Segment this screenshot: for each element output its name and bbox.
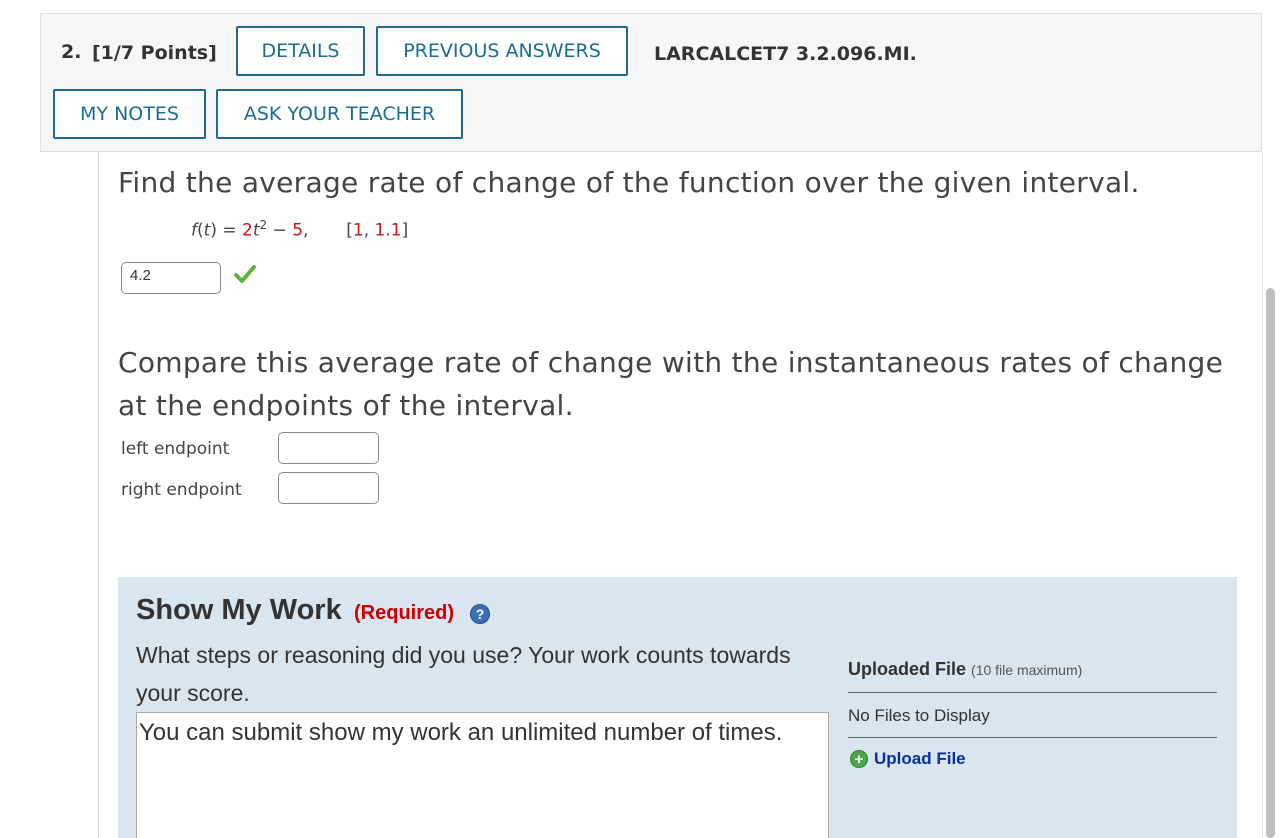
details-button[interactable]: DETAILS bbox=[236, 26, 365, 76]
left-endpoint-label: left endpoint bbox=[121, 439, 230, 459]
show-my-work-title: Show My Work bbox=[136, 594, 342, 626]
correct-check-icon bbox=[234, 265, 256, 283]
question-number: 2. bbox=[61, 41, 82, 63]
problem-code: LARCALCET7 3.2.096.MI. bbox=[654, 43, 917, 65]
divider bbox=[848, 692, 1217, 693]
function-name: f bbox=[191, 220, 197, 241]
uploaded-file-limit: (10 file maximum) bbox=[971, 662, 1083, 678]
function-formula: f(t) = 2t2 − 5, [1, 1.1] bbox=[191, 218, 409, 241]
average-rate-answer-input[interactable]: 4.2 bbox=[121, 262, 221, 294]
required-label: (Required) bbox=[354, 602, 454, 624]
right-endpoint-input[interactable] bbox=[278, 472, 379, 504]
interval-end: 1.1 bbox=[374, 220, 402, 241]
formula-exponent: 2 bbox=[259, 218, 268, 232]
formula-coefficient: 2 bbox=[242, 220, 253, 241]
content-left-border bbox=[98, 152, 99, 838]
function-variable: t bbox=[203, 220, 211, 241]
question-circle-icon[interactable]: ? bbox=[470, 604, 490, 624]
previous-answers-button[interactable]: PREVIOUS ANSWERS bbox=[376, 26, 628, 76]
points-label: [1/7 Points] bbox=[92, 42, 217, 64]
uploaded-file-heading: Uploaded File (10 file maximum) bbox=[848, 659, 1082, 680]
upload-file-label: Upload File bbox=[874, 749, 966, 768]
left-endpoint-input[interactable] bbox=[278, 432, 379, 464]
uploaded-file-label: Uploaded File bbox=[848, 659, 967, 679]
formula-constant: 5 bbox=[292, 220, 304, 241]
no-files-text: No Files to Display bbox=[848, 706, 990, 725]
interval-start: 1 bbox=[352, 220, 364, 241]
content-right-border bbox=[1262, 152, 1263, 838]
right-endpoint-label: right endpoint bbox=[121, 480, 242, 500]
show-my-work-textarea[interactable]: You can submit show my work an unlimited… bbox=[136, 712, 829, 838]
compare-prompt-line-2: at the endpoints of the interval. bbox=[118, 389, 574, 422]
my-notes-button[interactable]: MY NOTES bbox=[53, 89, 206, 139]
compare-prompt-line-1: Compare this average rate of change with… bbox=[118, 346, 1224, 379]
formula-variable: t bbox=[252, 220, 260, 241]
show-my-work-description: What steps or reasoning did you use? You… bbox=[136, 642, 791, 706]
question-header: 2. [1/7 Points] DETAILS PREVIOUS ANSWERS… bbox=[40, 13, 1262, 152]
plus-circle-icon: + bbox=[850, 750, 868, 768]
upload-file-link[interactable]: + Upload File bbox=[850, 749, 966, 769]
show-my-work-panel: Show My Work (Required) ? What steps or … bbox=[118, 577, 1237, 838]
question-prompt: Find the average rate of change of the f… bbox=[118, 166, 1140, 199]
ask-your-teacher-button[interactable]: ASK YOUR TEACHER bbox=[216, 89, 463, 139]
divider bbox=[848, 737, 1217, 738]
scrollbar-thumb[interactable] bbox=[1266, 288, 1275, 838]
